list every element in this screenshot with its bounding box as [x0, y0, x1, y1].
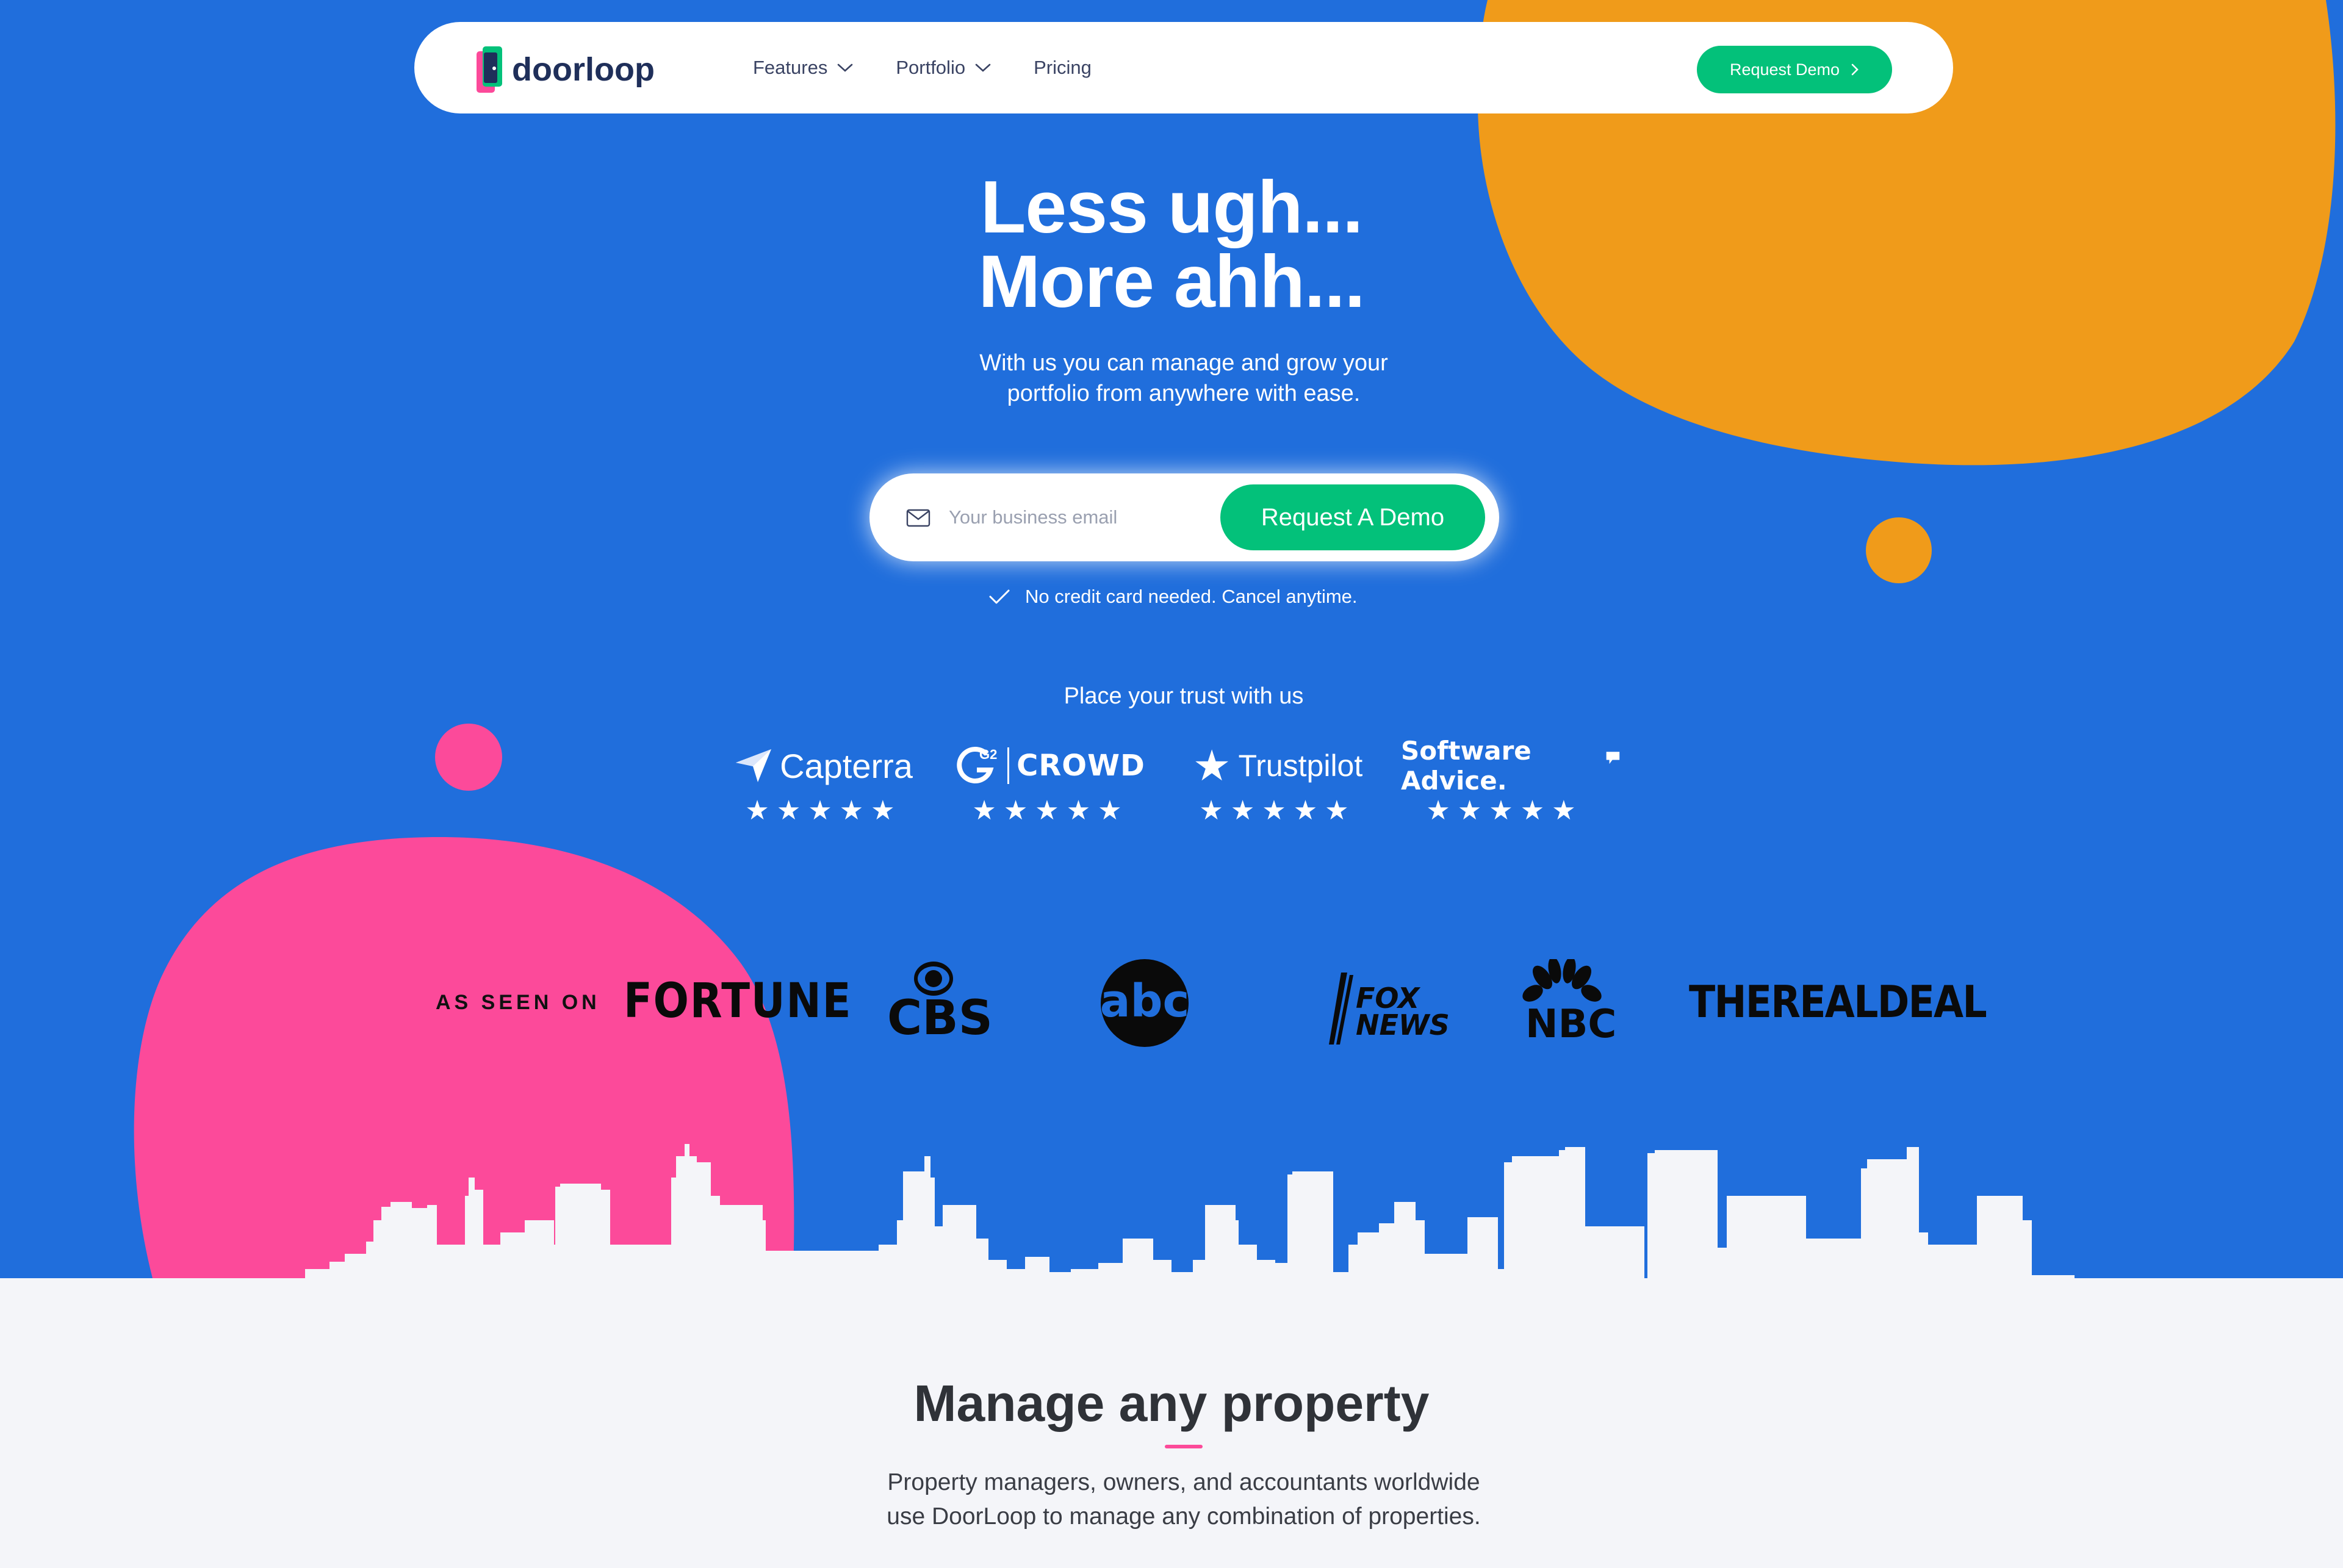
doorloop-logo[interactable]: doorloop: [475, 45, 655, 94]
manage-property-description: Property managers, owners, and accountan…: [842, 1466, 1525, 1534]
subhead-line-1: With us you can manage and grow your: [979, 350, 1388, 376]
capterra-badge[interactable]: Capterra ★★★★★: [720, 741, 927, 827]
hero-headline: Less ugh... More ahh...: [866, 170, 1477, 318]
nbc-wordmark: NBC: [1525, 1002, 1617, 1047]
capterra-arrow-icon: [736, 749, 772, 782]
nav-links: Features Portfolio Pricing: [753, 22, 1092, 113]
logo-wordmark: doorloop: [512, 51, 655, 88]
the-real-deal-logo: THEREALDEAL: [1689, 976, 1987, 1027]
abc-logo: abc: [1100, 959, 1190, 1047]
fox-news-logo: FOX NEWS: [1329, 973, 1450, 1046]
subhead-line-2: portfolio from anywhere with ease.: [1007, 381, 1361, 406]
description-line-1: Property managers, owners, and accountan…: [887, 1469, 1480, 1495]
request-demo-button[interactable]: Request Demo: [1697, 46, 1892, 93]
g2-divider: [1007, 747, 1010, 784]
software-advice-stars: ★★★★★: [1426, 796, 1583, 825]
software-advice-logo: Software Advice.: [1401, 736, 1621, 796]
trustpilot-badge[interactable]: ★ Trustpilot ★★★★★: [1174, 741, 1381, 827]
request-a-demo-button[interactable]: Request A Demo: [1220, 484, 1485, 550]
no-credit-card-note: No credit card needed. Cancel anytime.: [988, 583, 1358, 610]
nav-portfolio-menu[interactable]: Portfolio: [896, 57, 991, 79]
g2-crowd-logo: G2 CROWD: [947, 741, 1154, 790]
g2-superscript: G2: [979, 747, 997, 762]
nav-pricing-link[interactable]: Pricing: [1034, 57, 1092, 79]
software-advice-name: Software Advice.: [1401, 736, 1531, 796]
business-email-input[interactable]: [949, 498, 1217, 537]
demo-signup-form: Request A Demo: [869, 473, 1499, 561]
nbc-logo: NBC: [1519, 959, 1616, 1051]
fortune-logo: FORTUNE: [624, 974, 852, 1029]
pink-dot-decoration: [435, 724, 502, 791]
capterra-stars: ★★★★★: [745, 796, 902, 825]
note-text: No credit card needed. Cancel anytime.: [1025, 586, 1358, 607]
g2-crowd-name: CROWD: [1017, 749, 1145, 783]
hero-section: doorloop Features Portfolio Pricing Requ…: [0, 0, 2343, 1278]
chevron-right-icon: [1851, 63, 1859, 76]
g2-crowd-badge[interactable]: G2 CROWD ★★★★★: [947, 741, 1154, 827]
nav-portfolio-label: Portfolio: [896, 57, 966, 78]
speech-bubble-icon: [1606, 752, 1620, 764]
description-line-2: use DoorLoop to manage any combination o…: [887, 1503, 1481, 1530]
headline-line-2: More ahh...: [978, 240, 1366, 323]
door-logo-icon: [477, 46, 502, 93]
orange-dot-decoration: [1866, 517, 1932, 583]
nav-features-label: Features: [753, 57, 828, 78]
g2-logo-icon: G2: [957, 747, 997, 783]
city-skyline-illustration: [0, 1144, 2343, 1278]
g2-crowd-stars: ★★★★★: [972, 796, 1129, 825]
chevron-down-icon: [975, 63, 991, 72]
trust-heading: Place your trust with us: [1064, 683, 1304, 709]
chevron-down-icon: [838, 63, 853, 72]
cbs-wordmark: CBS: [887, 991, 993, 1046]
cbs-logo: CBS: [885, 959, 993, 1046]
nbc-peacock-icon: [1522, 959, 1602, 1002]
nav-features-menu[interactable]: Features: [753, 57, 853, 79]
manage-property-heading: Manage any property: [913, 1375, 1430, 1432]
checkmark-icon: [989, 589, 1010, 604]
headline-line-1: Less ugh...: [980, 165, 1363, 248]
trustpilot-name: Trustpilot: [1238, 749, 1363, 783]
trustpilot-logo: ★ Trustpilot: [1174, 741, 1381, 790]
as-seen-on-label: AS SEEN ON: [436, 991, 600, 1014]
hero-subheadline: With us you can manage and grow your por…: [897, 348, 1470, 409]
heading-underline-accent: [1165, 1445, 1203, 1448]
trustpilot-stars: ★★★★★: [1199, 796, 1356, 825]
nav-pricing-label: Pricing: [1034, 57, 1092, 78]
top-navigation-bar: doorloop Features Portfolio Pricing Requ…: [414, 22, 1953, 113]
capterra-logo: Capterra: [720, 741, 927, 790]
fox-news-wordmark: FOX NEWS: [1356, 982, 1450, 1041]
mail-icon: [906, 509, 930, 527]
software-advice-badge[interactable]: Software Advice. ★★★★★: [1401, 736, 1621, 827]
capterra-name: Capterra: [780, 746, 913, 785]
review-badges: Capterra ★★★★★ G2 CROWD ★★★★★ ★ Trustpil…: [720, 736, 1620, 827]
star-icon: ★: [1192, 742, 1231, 789]
abc-wordmark: abc: [1100, 975, 1190, 1027]
request-demo-label: Request Demo: [1729, 60, 1840, 79]
